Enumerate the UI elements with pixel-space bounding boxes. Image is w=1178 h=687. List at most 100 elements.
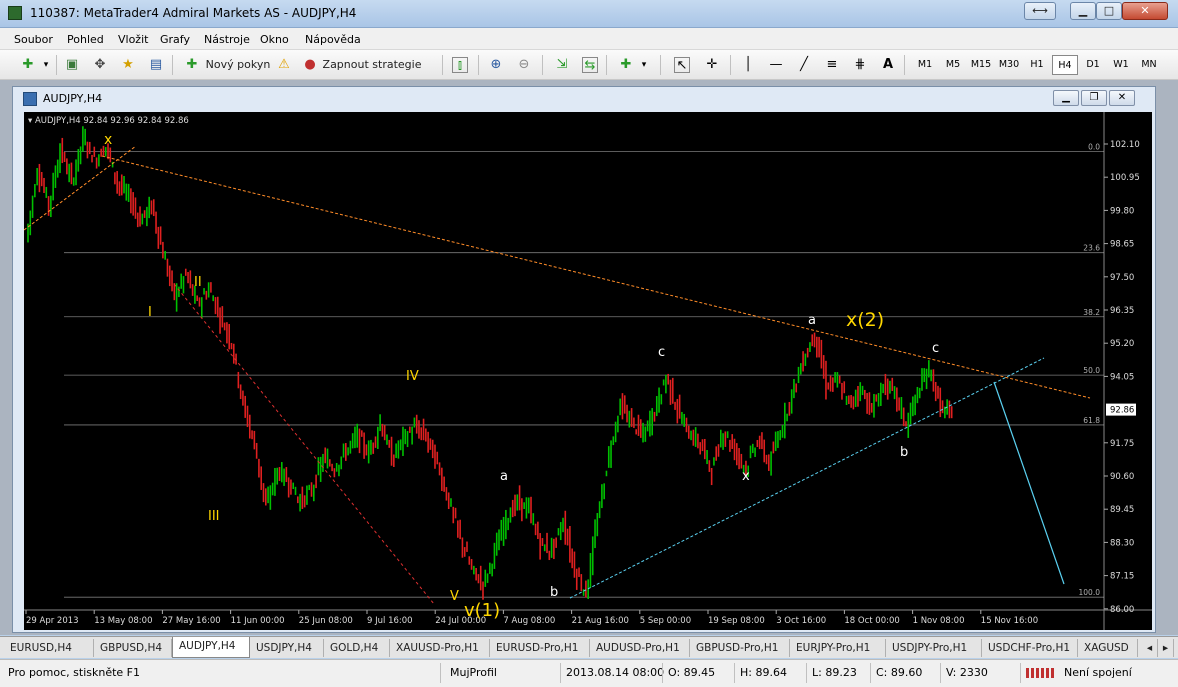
tab-eurusd-h4[interactable]: EURUSD,H4: [4, 639, 94, 657]
chart-minimize-button[interactable]: ▁: [1053, 90, 1079, 106]
wave-label: IV: [406, 369, 419, 384]
fib-label: 38.2: [1083, 308, 1100, 317]
x-tick-label: 15 Nov 16:00: [981, 616, 1038, 626]
indicators-dropdown-icon[interactable]: ▾: [636, 57, 652, 73]
vertical-line-icon[interactable]: │: [740, 57, 756, 73]
tab-audusd-pro-h1[interactable]: AUDUSD-Pro,H1: [590, 639, 690, 657]
y-tick-label: 87.15: [1110, 572, 1134, 582]
trendline-resistance: [101, 155, 1091, 399]
tf-m30[interactable]: M30: [996, 55, 1022, 75]
tab-gbpusd-pro-h1[interactable]: GBPUSD-Pro,H1: [690, 639, 790, 657]
autoscroll-icon[interactable]: ⇲: [554, 57, 570, 73]
chart-close-button[interactable]: ✕: [1109, 90, 1135, 106]
chart-shift-icon[interactable]: ⇆: [582, 57, 598, 73]
menu-napoveda[interactable]: Nápověda: [305, 33, 361, 46]
tf-mn[interactable]: MN: [1136, 55, 1162, 75]
tab-usdjpy-pro-h1[interactable]: USDJPY-Pro,H1: [886, 639, 982, 657]
menu-vlozit[interactable]: Vložit: [118, 33, 148, 46]
tabs-scroll-left-icon[interactable]: ◂: [1142, 639, 1158, 657]
fib-label: 0.0: [1088, 143, 1100, 152]
tf-m15[interactable]: M15: [968, 55, 994, 75]
chart-window-icon: [23, 92, 37, 106]
fib-label: 23.6: [1083, 244, 1100, 253]
channel-icon[interactable]: ≡: [824, 57, 840, 73]
window-title: 110387: MetaTrader4 Admiral Markets AS -…: [30, 6, 357, 20]
tab-usdchf-pro-h1[interactable]: USDCHF-Pro,H1: [982, 639, 1078, 657]
tab-xauusd-pro-h1[interactable]: XAUUSD-Pro,H1: [390, 639, 490, 657]
text-icon[interactable]: A: [880, 57, 896, 73]
terminal-icon[interactable]: ▤: [148, 57, 164, 73]
wave-label: a: [808, 313, 816, 328]
wave-label: x(2): [846, 309, 884, 331]
indicators-icon[interactable]: ✚: [618, 57, 634, 73]
tab-usdjpy-h4[interactable]: USDJPY,H4: [250, 639, 324, 657]
minimize-button[interactable]: ▁: [1070, 2, 1096, 20]
wave-label: x: [742, 469, 750, 484]
toolbar: ✚ ▾ ▣ ✥ ★ ▤ ✚ Nový pokyn ⚠ ● Zapnout str…: [0, 50, 1178, 80]
status-low: L: 89.23: [812, 666, 857, 679]
crosshair-icon[interactable]: ✛: [704, 57, 720, 73]
tf-d1[interactable]: D1: [1080, 55, 1106, 75]
wave-label: I: [148, 305, 152, 320]
wave-label: a: [500, 469, 508, 484]
fib-label: 50.0: [1083, 366, 1100, 375]
tf-m5[interactable]: M5: [940, 55, 966, 75]
status-profile: MujProfil: [450, 666, 497, 679]
tf-h4[interactable]: H4: [1052, 55, 1078, 75]
x-tick-label: 25 Jun 08:00: [299, 616, 353, 626]
tab-audjpy-h4[interactable]: AUDJPY,H4: [172, 637, 250, 658]
menu-soubor[interactable]: Soubor: [14, 33, 53, 46]
chart-maximize-button[interactable]: ❐: [1081, 90, 1107, 106]
status-open: O: 89.45: [668, 666, 716, 679]
x-tick-label: 5 Sep 00:00: [640, 616, 691, 626]
trendline-icon[interactable]: ╱: [796, 57, 812, 73]
x-tick-label: 3 Oct 16:00: [776, 616, 826, 626]
dropdown-icon[interactable]: ▾: [38, 57, 54, 73]
tab-eurjpy-pro-h1[interactable]: EURJPY-Pro,H1: [790, 639, 886, 657]
tab-eurusd-pro-h1[interactable]: EURUSD-Pro,H1: [490, 639, 590, 657]
expand-button[interactable]: ⟷: [1024, 2, 1056, 20]
bar-chart-icon[interactable]: ⫾: [452, 57, 468, 73]
navigator-icon[interactable]: ✥: [92, 57, 108, 73]
close-button[interactable]: ✕: [1122, 2, 1168, 20]
y-tick-label: 86.00: [1110, 605, 1134, 615]
tab-xagusd[interactable]: XAGUSD: [1078, 639, 1138, 657]
start-strategy-button[interactable]: Zapnout strategie: [322, 54, 422, 76]
tf-w1[interactable]: W1: [1108, 55, 1134, 75]
menu-bar: Soubor Pohled Vložit Grafy Nástroje Okno…: [0, 28, 1178, 50]
cursor-icon[interactable]: ↖: [674, 57, 690, 73]
menu-okno[interactable]: Okno: [260, 33, 289, 46]
y-tick-label: 102.10: [1110, 140, 1140, 150]
horizontal-line-icon[interactable]: —: [768, 57, 784, 73]
menu-nastroje[interactable]: Nástroje: [204, 33, 250, 46]
tf-h1[interactable]: H1: [1024, 55, 1050, 75]
tabs-scroll-right-icon[interactable]: ▸: [1158, 639, 1174, 657]
tab-gbpusd-h4[interactable]: GBPUSD,H4: [94, 639, 172, 657]
trendline-support: [569, 357, 1045, 599]
y-tick-label: 91.75: [1110, 439, 1134, 449]
new-chart-icon[interactable]: ✚: [20, 57, 36, 73]
y-tick-label: 96.35: [1110, 306, 1134, 316]
warning-icon[interactable]: ⚠: [276, 57, 292, 73]
x-tick-label: 29 Apr 2013: [26, 616, 79, 626]
status-volume: V: 2330: [946, 666, 988, 679]
zoom-in-icon[interactable]: ⊕: [488, 57, 504, 73]
current-price-label: 92.86: [1110, 406, 1134, 416]
new-order-button[interactable]: Nový pokyn: [204, 54, 272, 76]
connection-icon: [1026, 668, 1056, 678]
trendline-decline: [173, 283, 435, 605]
status-datetime: 2013.08.14 08:00: [566, 666, 665, 679]
maximize-button[interactable]: □: [1096, 2, 1122, 20]
tab-gold-h4[interactable]: GOLD,H4: [324, 639, 390, 657]
tf-m1[interactable]: M1: [912, 55, 938, 75]
wave-label: c: [658, 345, 665, 360]
market-watch-icon[interactable]: ▣: [64, 57, 80, 73]
zoom-out-icon[interactable]: ⊖: [516, 57, 532, 73]
price-chart[interactable]: ▾ AUDJPY,H4 92.84 92.96 92.84 92.86 0.0 23…: [24, 112, 1152, 630]
favorites-icon[interactable]: ★: [120, 57, 136, 73]
menu-grafy[interactable]: Grafy: [160, 33, 190, 46]
y-tick-label: 94.05: [1110, 372, 1134, 382]
y-tick-label: 89.45: [1110, 505, 1134, 515]
fibonacci-icon[interactable]: ⋕: [852, 57, 868, 73]
menu-pohled[interactable]: Pohled: [67, 33, 104, 46]
